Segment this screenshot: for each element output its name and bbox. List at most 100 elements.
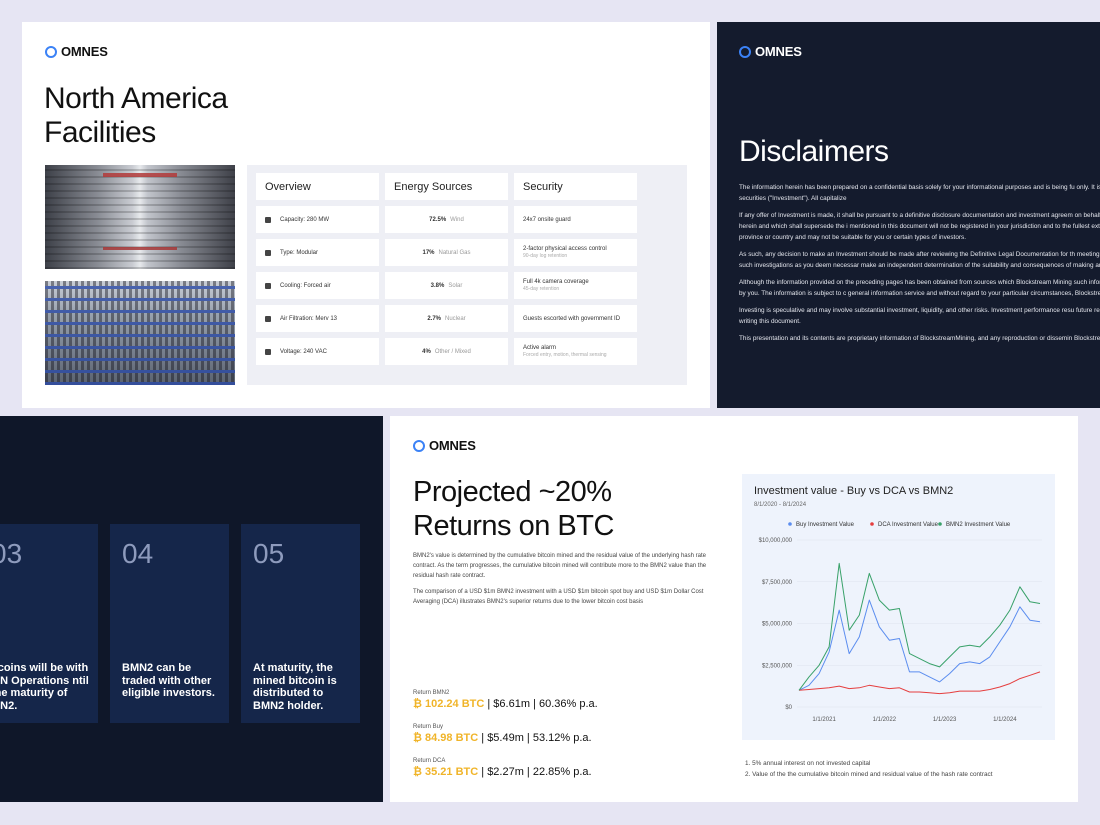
step-number: 03 <box>0 538 23 569</box>
return-details: | $6.61m | 60.36% p.a. <box>484 698 598 710</box>
energy-source: Solar <box>448 282 463 289</box>
series-line <box>798 599 1041 691</box>
title-line-1: Projected ~20% <box>413 476 612 508</box>
return-details: | $2.27m | 22.85% p.a. <box>478 766 592 778</box>
disclaimer-paragraph: Investing is speculative and may involve… <box>739 307 1100 325</box>
column-header: Overview <box>256 173 379 200</box>
logo-ring-icon <box>413 439 425 452</box>
return-item: Return DCA ₿ 35.21 BTC | $2.27m | 22.85%… <box>413 758 592 778</box>
series-line <box>798 671 1041 695</box>
legend-marker <box>870 522 874 526</box>
return-value: ₿ 84.98 BTC | $5.49m | 53.12% p.a. <box>413 732 592 744</box>
energy-source: Other / Mixed <box>434 348 471 355</box>
energy-percent: 3.8% <box>430 282 445 289</box>
step-number: 05 <box>253 538 285 569</box>
logo-ring-icon <box>45 45 57 58</box>
fan-icon <box>265 282 271 289</box>
footnote: 1. 5% annual interest on not invested ca… <box>745 760 871 767</box>
security-row: Guests escorted with government ID <box>514 305 637 332</box>
security-subtext: Forced entry, motion, thermal sensing <box>523 352 607 358</box>
logo-text: OMNES <box>429 438 476 453</box>
legend-marker <box>788 522 792 526</box>
security-subtext: 90-day log retention <box>523 253 568 259</box>
security-column: Security 24x7 onsite guard 2-factor phys… <box>514 173 637 371</box>
return-value: ₿ 102.24 BTC | $6.61m | 60.36% p.a. <box>413 698 598 710</box>
return-label: Return Buy <box>413 724 444 730</box>
disclaimer-paragraph: Although the information provided on the… <box>739 279 1100 297</box>
footnote: 2. Value of the the cumulative bitcoin m… <box>745 771 993 778</box>
step-text: BMN2 can be traded with other eligible i… <box>122 662 215 699</box>
energy-source: Nuclear <box>445 315 466 322</box>
bolt-icon <box>265 348 271 355</box>
column-header: Energy Sources <box>385 173 508 200</box>
return-item: Return Buy ₿ 84.98 BTC | $5.49m | 53.12%… <box>413 724 592 744</box>
mining-racks-photo <box>45 281 235 385</box>
logo-text: OMNES <box>61 44 108 59</box>
overview-text: Air Filtration: Merv 13 <box>280 315 338 322</box>
chart-svg: $0 $2,500,000 $5,000,000 $7,500,000 $10,000,… <box>759 522 1042 723</box>
energy-percent: 72.5% <box>429 216 447 223</box>
security-text: 2-factor physical access control <box>523 246 607 252</box>
overview-row: Voltage: 240 VAC <box>256 338 379 365</box>
omnes-logo: OMNES <box>739 44 802 59</box>
overview-row: Type: Modular <box>256 239 379 266</box>
energy-source: Natural Gas <box>438 249 471 256</box>
disclaimer-paragraph: As such, any decision to make an Investm… <box>739 251 1100 269</box>
energy-row: 72.5% Wind <box>385 206 508 233</box>
title-line-1: North America <box>44 82 228 115</box>
energy-column: Energy Sources 72.5% Wind 17% Natural Gas … <box>385 173 508 371</box>
energy-row: 17% Natural Gas <box>385 239 508 266</box>
security-text: Guests escorted with government ID <box>523 315 621 322</box>
security-row: 24x7 onsite guard <box>514 206 637 233</box>
return-value: ₿ 35.21 BTC | $2.27m | 22.85% p.a. <box>413 766 592 778</box>
disclaimer-paragraph: This presentation and its contents are p… <box>739 335 1100 342</box>
step-card: 05 At maturity, the mined bitcoin is dis… <box>241 524 360 723</box>
energy-percent: 4% <box>422 348 431 355</box>
overview-row: Capacity: 280 MW <box>256 206 379 233</box>
security-row: 2-factor physical access control 90-day l… <box>514 239 637 266</box>
logo-text: OMNES <box>755 44 802 59</box>
return-label: Return BMN2 <box>413 690 450 696</box>
energy-row: 2.7% Nuclear <box>385 305 508 332</box>
energy-row: 4% Other / Mixed <box>385 338 508 365</box>
omnes-logo: OMNES <box>413 438 476 453</box>
x-tick-label: 1/1/2024 <box>993 717 1017 723</box>
footnotes: 1. 5% annual interest on not invested ca… <box>745 758 993 780</box>
overview-text: Type: Modular <box>280 249 319 256</box>
step-text: At maturity, the mined bitcoin is distri… <box>253 662 337 712</box>
security-row: Active alarm Forced entry, motion, therma… <box>514 338 637 365</box>
overview-row: Cooling: Forced air <box>256 272 379 299</box>
step-number: 04 <box>122 538 154 569</box>
logo-ring-icon <box>739 45 751 58</box>
security-text: 24x7 onsite guard <box>523 216 571 223</box>
legend-label: BMN2 Investment Value <box>946 522 1011 528</box>
legend-marker <box>938 522 942 526</box>
legend-label: Buy Investment Value <box>796 522 855 528</box>
y-tick-label: $7,500,000 <box>762 580 793 586</box>
y-tick-label: $0 <box>785 705 792 711</box>
return-item: Return BMN2 ₿ 102.24 BTC | $6.61m | 60.3… <box>413 690 598 710</box>
building-icon <box>265 216 271 223</box>
overview-text: Cooling: Forced air <box>280 282 331 289</box>
modular-icon <box>265 249 271 256</box>
facilities-slide: OMNES North America Facilities Overview C… <box>22 22 710 408</box>
overview-column: Overview Capacity: 280 MW Type: Modular … <box>256 173 379 371</box>
disclaimer-paragraph: If any offer of Investment is made, it s… <box>739 212 1100 241</box>
return-label: Return DCA <box>413 758 446 764</box>
return-btc: ₿ 35.21 BTC <box>413 766 479 778</box>
description-paragraph: BMN2's value is determined by the cumula… <box>413 553 707 579</box>
investment-chart: Investment value - Buy vs DCA vs BMN2 8/… <box>742 474 1055 740</box>
title-line-2: Returns on BTC <box>413 510 614 542</box>
returns-title: Projected ~20% Returns on BTC <box>413 475 614 543</box>
x-tick-label: 1/1/2022 <box>873 717 897 723</box>
title-line-2: Facilities <box>44 116 156 149</box>
x-tick-label: 1/1/2023 <box>933 717 957 723</box>
return-details: | $5.49m | 53.12% p.a. <box>478 732 592 744</box>
step-card: 03 itcoins will be with MN Operations nt… <box>0 524 98 723</box>
disclaimer-paragraph: The information herein has been prepared… <box>739 184 1100 202</box>
return-btc: ₿ 102.24 BTC <box>413 698 485 710</box>
facilities-table: Overview Capacity: 280 MW Type: Modular … <box>247 165 687 385</box>
return-btc: ₿ 84.98 BTC <box>413 732 479 744</box>
y-tick-label: $10,000,000 <box>759 538 793 544</box>
overview-text: Capacity: 280 MW <box>280 216 330 223</box>
